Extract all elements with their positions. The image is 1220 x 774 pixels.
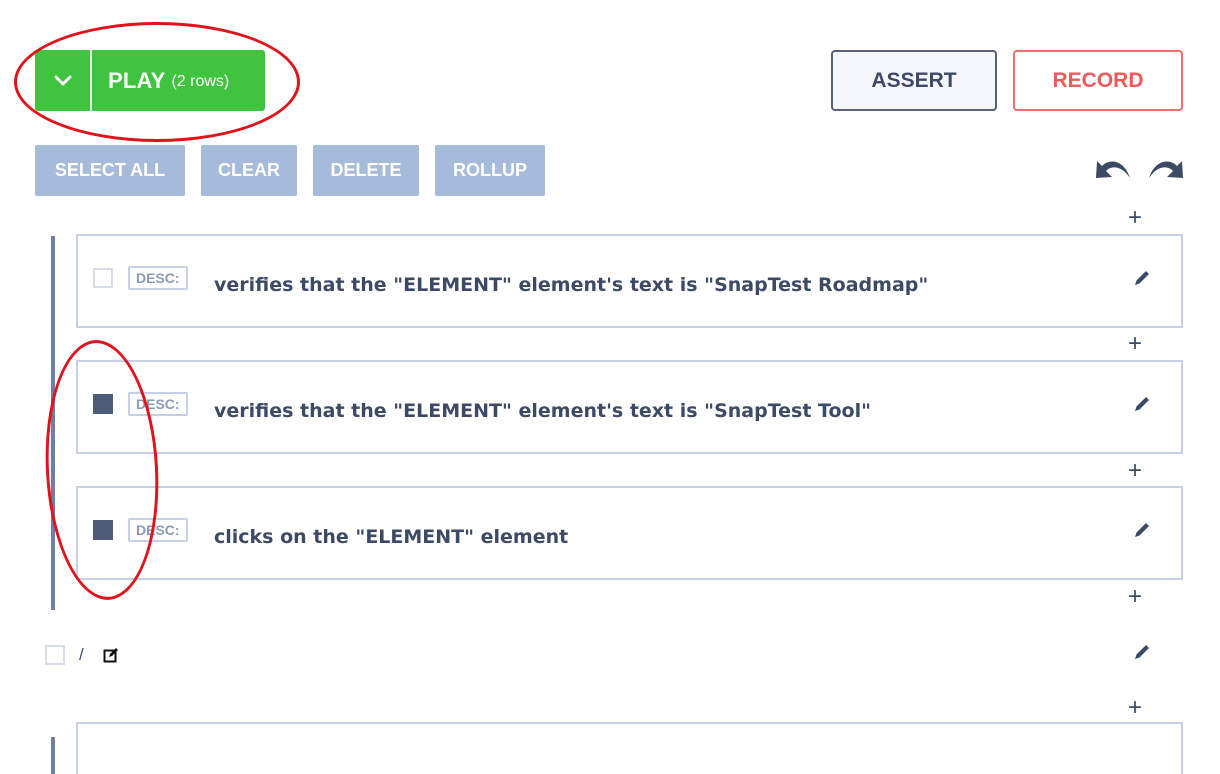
pencil-icon[interactable] bbox=[1132, 520, 1152, 540]
pencil-icon[interactable] bbox=[1132, 268, 1152, 288]
insert-row-button[interactable]: + bbox=[1126, 206, 1144, 230]
action-row[interactable]: DESC: verifies that the "ELEMENT" elemen… bbox=[76, 360, 1183, 454]
row-checkbox[interactable] bbox=[93, 394, 113, 414]
test-editor: PLAY (2 rows) ASSERT RECORD SELECT ALL C… bbox=[0, 0, 1220, 774]
row-description: verifies that the "ELEMENT" element's te… bbox=[214, 400, 872, 422]
row-description: clicks on the "ELEMENT" element bbox=[214, 526, 569, 548]
row-description: verifies that the "ELEMENT" element's te… bbox=[214, 274, 929, 296]
assert-button[interactable]: ASSERT bbox=[831, 50, 997, 111]
chevron-down-icon bbox=[54, 75, 71, 85]
pencil-icon[interactable] bbox=[1132, 642, 1152, 662]
insert-row-button[interactable]: + bbox=[1126, 332, 1144, 356]
play-run[interactable]: PLAY (2 rows) bbox=[92, 50, 265, 111]
action-row[interactable]: DESC: verifies that the "ELEMENT" elemen… bbox=[76, 234, 1183, 328]
component-path: / bbox=[79, 645, 84, 664]
pencil-icon[interactable] bbox=[1132, 394, 1152, 414]
play-row-count: (2 rows) bbox=[171, 73, 230, 90]
action-row[interactable]: DESC: clicks on the "ELEMENT" element bbox=[76, 486, 1183, 580]
group-indicator-line-2 bbox=[51, 737, 55, 774]
redo-icon[interactable] bbox=[1145, 152, 1185, 182]
row-checkbox[interactable] bbox=[93, 268, 113, 288]
record-button[interactable]: RECORD bbox=[1013, 50, 1183, 111]
edit-icon[interactable] bbox=[103, 647, 119, 663]
action-row-partial[interactable] bbox=[76, 722, 1183, 774]
play-options-toggle[interactable] bbox=[35, 50, 92, 111]
desc-badge: DESC: bbox=[128, 518, 188, 542]
desc-badge: DESC: bbox=[128, 266, 188, 290]
insert-row-button[interactable]: + bbox=[1126, 696, 1144, 720]
play-button[interactable]: PLAY (2 rows) bbox=[35, 50, 265, 111]
undo-icon[interactable] bbox=[1094, 152, 1134, 182]
component-checkbox[interactable] bbox=[45, 645, 65, 665]
delete-button[interactable]: DELETE bbox=[313, 145, 419, 196]
insert-row-button[interactable]: + bbox=[1126, 459, 1144, 483]
rollup-button[interactable]: ROLLUP bbox=[435, 145, 545, 196]
play-label: PLAY bbox=[108, 67, 166, 93]
desc-badge: DESC: bbox=[128, 392, 188, 416]
group-indicator-line bbox=[51, 236, 55, 610]
insert-row-button[interactable]: + bbox=[1126, 585, 1144, 609]
clear-button[interactable]: CLEAR bbox=[201, 145, 297, 196]
select-all-button[interactable]: SELECT ALL bbox=[35, 145, 185, 196]
row-checkbox[interactable] bbox=[93, 520, 113, 540]
